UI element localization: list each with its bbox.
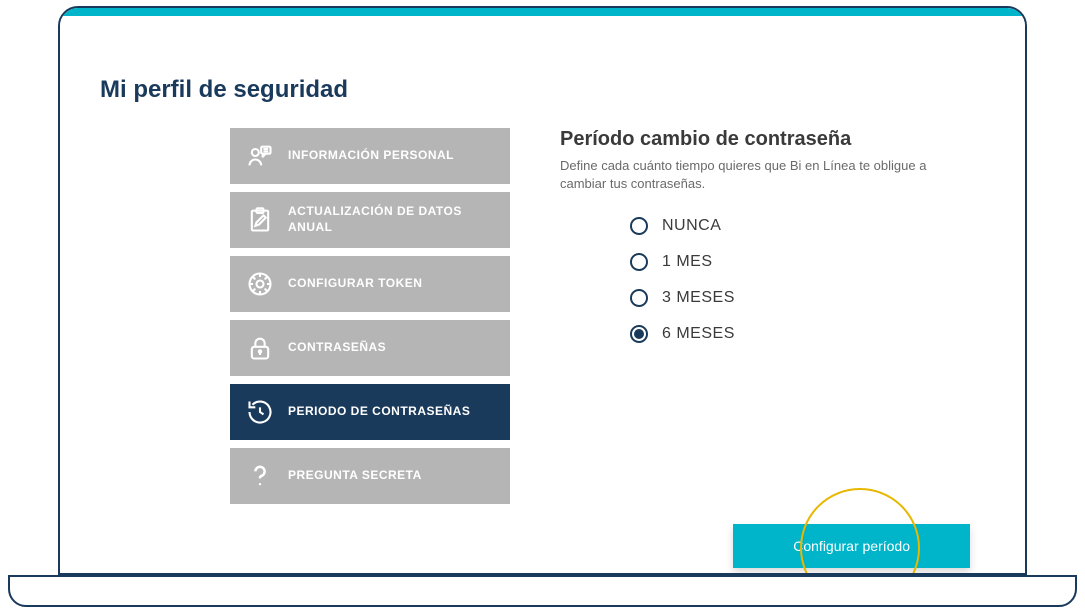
radio-option-6-meses[interactable]: 6 MESES [630,325,985,343]
sidebar-item-label: PREGUNTA SECRETA [288,468,422,484]
sidebar-item-pregunta-secreta[interactable]: PREGUNTA SECRETA [230,448,510,504]
window-top-bar [60,8,1025,16]
radio-option-3-meses[interactable]: 3 MESES [630,289,985,307]
radio-label: NUNCA [662,217,721,235]
radio-circle-icon [630,325,648,343]
radio-circle-icon [630,289,648,307]
main-content: Mi perfil de seguridad INFORMA [60,16,1025,542]
password-period-panel: Período cambio de contraseña Define cada… [560,128,985,512]
clipboard-edit-icon [246,206,274,234]
sidebar-item-contrasenas[interactable]: CONTRASEÑAS [230,320,510,376]
panel-description: Define cada cuánto tiempo quieres que Bi… [560,157,940,193]
gear-circle-icon [246,270,274,298]
clock-history-icon [246,398,274,426]
radio-label: 1 MES [662,253,713,271]
radio-selected-dot-icon [634,329,644,339]
laptop-base-frame [8,575,1077,607]
sidebar-item-label: CONFIGURAR TOKEN [288,276,422,292]
radio-circle-icon [630,217,648,235]
radio-label: 3 MESES [662,289,735,307]
sidebar-item-label: PERIODO DE CONTRASEÑAS [288,404,470,420]
sidebar-item-actualizacion-datos[interactable]: ACTUALIZACIÓN DE DATOS ANUAL [230,192,510,248]
radio-option-1-mes[interactable]: 1 MES [630,253,985,271]
configure-period-button[interactable]: Configurar período [733,524,970,568]
sidebar-item-label: CONTRASEÑAS [288,340,386,356]
security-sidebar: INFORMACIÓN PERSONAL ACTUALIZACIÓN DE DA… [230,128,510,512]
sidebar-item-periodo-contrasenas[interactable]: PERIODO DE CONTRASEÑAS [230,384,510,440]
question-icon [246,462,274,490]
laptop-screen-frame: Mi perfil de seguridad INFORMA [58,6,1027,575]
sidebar-item-label: ACTUALIZACIÓN DE DATOS ANUAL [288,204,494,235]
period-radio-group: NUNCA 1 MES 3 MESES 6 MESES [630,217,985,343]
lock-icon [246,334,274,362]
sidebar-item-configurar-token[interactable]: CONFIGURAR TOKEN [230,256,510,312]
person-speech-icon [246,142,274,170]
sidebar-item-info-personal[interactable]: INFORMACIÓN PERSONAL [230,128,510,184]
radio-label: 6 MESES [662,325,735,343]
panel-title: Período cambio de contraseña [560,128,985,151]
radio-circle-icon [630,253,648,271]
page-title: Mi perfil de seguridad [100,76,985,104]
sidebar-item-label: INFORMACIÓN PERSONAL [288,148,454,164]
radio-option-nunca[interactable]: NUNCA [630,217,985,235]
